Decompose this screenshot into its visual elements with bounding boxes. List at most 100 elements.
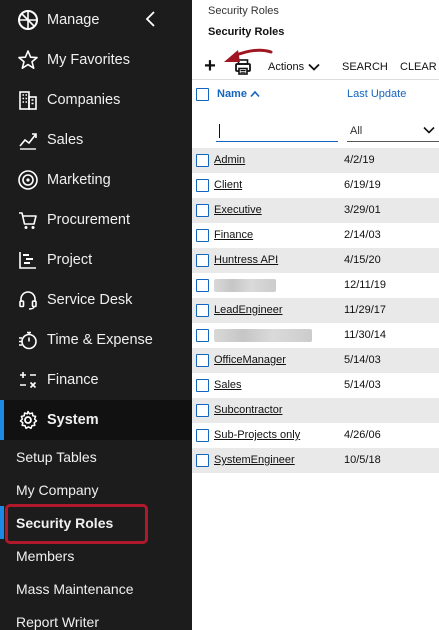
role-last-update: 4/15/20 (344, 254, 381, 266)
table-row[interactable]: SystemEngineer 10/5/18 (192, 448, 439, 473)
column-name-label: Name (217, 88, 247, 100)
table-row[interactable]: Subcontractor (192, 398, 439, 423)
nav-item-procurement[interactable]: Procurement (0, 200, 192, 240)
print-icon[interactable] (234, 58, 252, 76)
actions-dropdown[interactable]: Actions (268, 59, 320, 75)
role-name-link[interactable]: Client (214, 179, 242, 191)
row-checkbox[interactable] (196, 329, 209, 342)
table-row[interactable]: Admin 4/2/19 (192, 148, 439, 173)
nav-item-my-favorites[interactable]: My Favorites (0, 40, 192, 80)
role-last-update: 5/14/03 (344, 379, 381, 391)
role-name-link[interactable]: Sub-Projects only (214, 429, 300, 441)
row-checkbox[interactable] (196, 279, 209, 292)
target-icon (17, 169, 39, 191)
nav-item-finance[interactable]: Finance (0, 360, 192, 400)
collapse-chevron-icon[interactable] (144, 10, 158, 28)
role-name-link[interactable]: OfficeManager (214, 354, 286, 366)
table-row[interactable]: Huntress API 4/15/20 (192, 248, 439, 273)
role-last-update: 12/11/19 (344, 279, 387, 291)
subnav-mass-maintenance[interactable]: Mass Maintenance (0, 572, 192, 605)
row-checkbox[interactable] (196, 229, 209, 242)
nav-item-manage[interactable]: Manage (0, 0, 192, 40)
chevron-down-icon (423, 126, 435, 134)
column-header-last-update[interactable]: Last Update (347, 88, 406, 100)
table-row[interactable]: Finance 2/14/03 (192, 223, 439, 248)
role-name-link[interactable]: Executive (214, 204, 262, 216)
subnav-setup-tables[interactable]: Setup Tables (0, 440, 192, 473)
breadcrumb[interactable]: Security Roles (208, 5, 279, 17)
table-row[interactable]: OfficeManager 5/14/03 (192, 348, 439, 373)
add-button[interactable]: + (202, 56, 218, 76)
row-checkbox[interactable] (196, 354, 209, 367)
role-name-link[interactable]: LeadEngineer (214, 304, 283, 316)
table-row[interactable]: LeadEngineer 11/29/17 (192, 298, 439, 323)
table-row[interactable]: Client 6/19/19 (192, 173, 439, 198)
gantt-icon (17, 249, 39, 271)
select-all-checkbox[interactable] (196, 88, 209, 101)
nav-item-project[interactable]: Project (0, 240, 192, 280)
row-checkbox[interactable] (196, 379, 209, 392)
nav-label: Service Desk (47, 292, 133, 308)
role-name-link[interactable]: Admin (214, 154, 245, 166)
actions-label: Actions (268, 61, 305, 73)
table-row[interactable]: Executive 3/29/01 (192, 198, 439, 223)
role-last-update: 11/29/17 (344, 304, 387, 316)
toolbar: + Actions SEARCH CLEAR (192, 54, 439, 80)
text-cursor (219, 124, 220, 138)
role-name-link[interactable]: Subcontractor (214, 404, 282, 416)
subnav-report-writer[interactable]: Report Writer (0, 605, 192, 630)
nav-label: My Favorites (47, 52, 130, 68)
nav-item-time-expense[interactable]: Time & Expense (0, 320, 192, 360)
role-name-link[interactable]: Finance (214, 229, 253, 241)
role-last-update: 4/2/19 (344, 154, 375, 166)
main-panel: Security Roles Security Roles + Actions … (192, 0, 439, 630)
table-row[interactable]: Sub-Projects only 4/26/06 (192, 423, 439, 448)
gear-icon (17, 409, 39, 431)
nav-label: Time & Expense (47, 332, 153, 348)
subnav-my-company[interactable]: My Company (0, 473, 192, 506)
chart-trend-icon (17, 129, 39, 151)
row-checkbox[interactable] (196, 204, 209, 217)
building-icon (17, 89, 39, 111)
subnav-security-roles[interactable]: Security Roles (0, 506, 192, 539)
row-checkbox[interactable] (196, 454, 209, 467)
subnav-members[interactable]: Members (0, 539, 192, 572)
role-last-update: 2/14/03 (344, 229, 381, 241)
nav-label: Project (47, 252, 93, 268)
nav-item-sales[interactable]: Sales (0, 120, 192, 160)
table-row[interactable]: Sales 5/14/03 (192, 373, 439, 398)
row-checkbox[interactable] (196, 154, 209, 167)
headset-icon (17, 289, 39, 311)
row-checkbox[interactable] (196, 254, 209, 267)
nav-label: Procurement (47, 212, 131, 228)
nav-item-marketing[interactable]: Marketing (0, 160, 192, 200)
search-button[interactable]: SEARCH (342, 59, 388, 75)
column-header-name[interactable]: Name (217, 88, 260, 100)
role-name-link[interactable]: Huntress API (214, 254, 278, 266)
table-row[interactable]: 12/11/19 (192, 273, 439, 298)
row-checkbox[interactable] (196, 429, 209, 442)
sidebar: Manage My Favorites Companies Sales Mark… (0, 0, 192, 630)
nav-item-system[interactable]: System (0, 400, 192, 440)
role-last-update: 11/30/14 (344, 329, 387, 341)
sort-ascending-icon (250, 90, 260, 98)
redacted-role-name (214, 279, 276, 292)
nav-item-service-desk[interactable]: Service Desk (0, 280, 192, 320)
row-checkbox[interactable] (196, 179, 209, 192)
last-update-filter-select[interactable]: All (347, 120, 439, 142)
star-icon (17, 49, 39, 71)
role-last-update: 10/5/18 (344, 454, 381, 466)
role-name-link[interactable]: Sales (214, 379, 242, 391)
clear-button[interactable]: CLEAR (400, 59, 437, 75)
nav-label: Companies (47, 92, 121, 108)
row-checkbox[interactable] (196, 404, 209, 417)
role-name-link[interactable]: SystemEngineer (214, 454, 295, 466)
table-row[interactable]: 11/30/14 (192, 323, 439, 348)
row-checkbox[interactable] (196, 304, 209, 317)
name-filter-input[interactable] (216, 120, 338, 142)
nav-item-companies[interactable]: Companies (0, 80, 192, 120)
calculator-icon (17, 369, 39, 391)
table-header: Name Last Update (192, 82, 439, 106)
role-last-update: 6/19/19 (344, 179, 381, 191)
page-title: Security Roles (208, 26, 285, 38)
